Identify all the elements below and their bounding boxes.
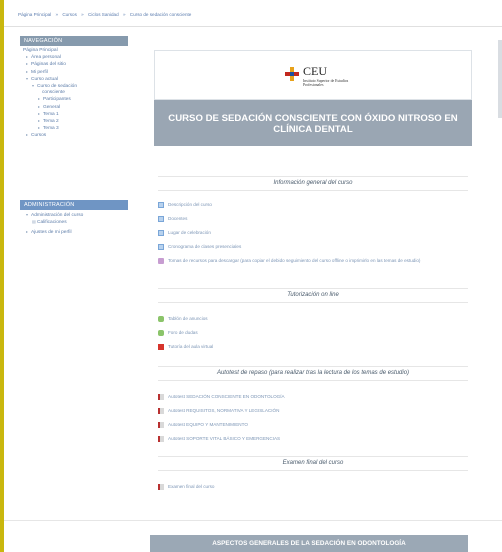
logo-area: CEU Instituto Superior de Estudios Profe… [154, 50, 472, 100]
administration-block-header: ADMINISTRACIÓN [20, 200, 128, 210]
nav-item-dashboard[interactable]: ▸ Área personal [23, 54, 128, 61]
course-title: CURSO DE SEDACIÓN CONSCIENTE CON ÓXIDO N… [168, 113, 458, 135]
quiz-icon [158, 435, 164, 442]
quiz-icon [158, 407, 164, 414]
activity-link[interactable]: Autotest SOPORTE VITAL BÁSICO Y EMERGENC… [158, 434, 280, 443]
breadcrumb-current-course[interactable]: Curso de sedación consciente [130, 12, 192, 17]
scrollbar[interactable] [498, 40, 502, 118]
nav-item-tema-1[interactable]: ▸ Tema 1 [23, 111, 128, 118]
file-icon [158, 201, 164, 208]
breadcrumb-courses[interactable]: Cursos [62, 12, 77, 17]
activity-link[interactable]: Examen final del curso [158, 482, 214, 491]
section-divider [4, 520, 502, 521]
breadcrumb-home[interactable]: Página Principal [18, 12, 51, 17]
url-icon [158, 258, 164, 264]
navigation-tree: Página Principal ▸ Área personal ▸ Páginas… [20, 46, 128, 143]
file-icon [158, 229, 164, 236]
navigation-block-header: NAVEGACIÓN [20, 36, 128, 46]
topic-banner: ASPECTOS GENERALES DE LA SEDACIÓN EN ODO… [150, 535, 468, 552]
breadcrumb: Página Principal » Cursos » Ciclos Sanid… [18, 10, 194, 20]
nav-item-general[interactable]: ▸ General [23, 104, 128, 111]
activity-link[interactable]: Autotest SEDACIÓN CONSCIENTE EN ODONTOLO… [158, 392, 285, 401]
activity-link[interactable]: Tomas de recursos para descargar (para c… [158, 258, 468, 264]
course-banner: CEU Instituto Superior de Estudios Profe… [154, 50, 472, 146]
forum-icon [158, 329, 164, 336]
activity-link[interactable]: Autotest EQUIPO Y MANTENIMIENTO [158, 420, 248, 429]
nav-item-profile[interactable]: ▸ Mi perfil [23, 69, 128, 76]
activity-link[interactable]: Descripción del curso [158, 200, 212, 209]
nav-item-site-pages[interactable]: ▸ Páginas del sitio [23, 61, 128, 68]
breadcrumb-separator: » [55, 12, 59, 17]
administration-block: ADMINISTRACIÓN ▾ Administración del curso… [20, 200, 128, 240]
file-icon [158, 215, 164, 222]
breadcrumb-separator: » [122, 12, 126, 17]
quiz-icon [158, 393, 164, 400]
ceu-cross-icon [285, 67, 299, 81]
section-autotest-title: Autotest de repaso (para realizar tras l… [158, 366, 468, 381]
administration-tree: ▾ Administración del curso ▤Calificacione… [20, 210, 128, 240]
activity-link[interactable]: Cronograma de clases presenciales [158, 242, 241, 251]
section-final-exam-title: Examen final del curso [158, 456, 468, 471]
navigation-block: NAVEGACIÓN Página Principal ▸ Área person… [20, 36, 128, 143]
quiz-icon [158, 421, 164, 428]
header-divider [4, 26, 502, 27]
nav-item-participants[interactable]: ▸ Participantes [23, 96, 128, 103]
activity-link[interactable]: Autotest REQUISITOS, NORMATIVA Y LEGISLA… [158, 406, 279, 415]
nav-item-courses[interactable]: ▸ Cursos [23, 132, 128, 139]
book-icon [158, 343, 164, 350]
admin-item-profile-settings[interactable]: ▸ Ajustes de mi perfil [23, 229, 128, 236]
activity-link[interactable]: Tutoría del aula virtual [158, 342, 213, 351]
activity-link[interactable]: Foro de dudas [158, 328, 198, 337]
nav-item-course-name[interactable]: ▾ Curso de sedación [23, 83, 128, 90]
activity-link[interactable]: Tablón de anuncios [158, 314, 208, 323]
page: Página Principal » Cursos » Ciclos Sanid… [4, 0, 502, 552]
activity-link[interactable]: Docentes [158, 214, 187, 223]
logo-text: CEU [303, 64, 327, 78]
nav-item-tema-2[interactable]: ▸ Tema 2 [23, 118, 128, 125]
admin-item-grades[interactable]: ▤Calificaciones [23, 219, 128, 226]
section-general-info-title: Información general del curso [158, 176, 468, 191]
admin-item-course-admin[interactable]: ▾ Administración del curso [23, 212, 128, 219]
forum-icon [158, 315, 164, 322]
activity-link[interactable]: Lugar de celebración [158, 228, 211, 237]
section-tutoring-title: Tutorización on line [158, 288, 468, 303]
breadcrumb-separator: » [81, 12, 84, 17]
nav-item-tema-3[interactable]: ▸ Tema 3 [23, 125, 128, 132]
quiz-icon [158, 483, 164, 490]
breadcrumb-category[interactable]: Ciclos Sanidad [88, 12, 119, 17]
logo-subtitle: Instituto Superior de Estudios Profesion… [303, 79, 349, 88]
nav-item-current-course[interactable]: ▾ Curso actual [23, 76, 128, 83]
file-icon [158, 243, 164, 250]
